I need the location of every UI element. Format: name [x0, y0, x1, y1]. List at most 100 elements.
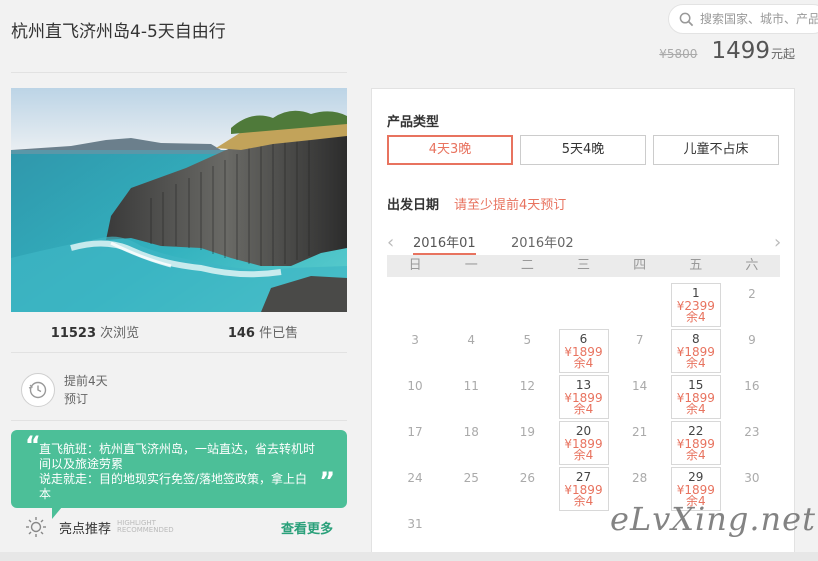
weekday-header: 日 一 二 三 四 五 六: [387, 255, 780, 277]
option-5d4n[interactable]: 5天4晚: [520, 135, 646, 165]
advance-booking: 提前4天 预订: [21, 372, 108, 408]
calendar-day: 25: [446, 467, 496, 511]
day-remaining: 余4: [685, 402, 706, 416]
day-number: 6: [579, 332, 588, 346]
day-number: 2: [748, 287, 756, 301]
calendar-day-available[interactable]: 20 ¥1899 余4: [558, 421, 609, 465]
weekday: 日: [408, 258, 422, 273]
next-month-icon[interactable]: ›: [774, 232, 781, 253]
day-number: 28: [632, 471, 648, 485]
highlight-line: 间以及旅途劳累: [39, 457, 124, 471]
calendar-day-available[interactable]: 15 ¥1899 余4: [670, 375, 721, 419]
departure-label: 出发日期: [387, 198, 440, 213]
calendar-day: 31: [390, 513, 440, 557]
day-number: 15: [688, 378, 704, 392]
see-more-link[interactable]: 查看更多: [281, 518, 333, 537]
day-number: 23: [744, 425, 760, 439]
day-number: 25: [463, 471, 479, 485]
day-number: 12: [519, 379, 535, 393]
advance-days: 提前4天: [64, 374, 108, 388]
calendar-day: 4: [446, 329, 496, 373]
day-number: 26: [519, 471, 535, 485]
highlight-header: 亮点推荐 HIGHLIGHT RECOMMENDED 查看更多: [25, 516, 333, 538]
sold-stat: 146 件已售: [227, 326, 299, 341]
product-type-label: 产品类型: [387, 115, 440, 130]
calendar-day-available[interactable]: 13 ¥1899 余4: [558, 375, 609, 419]
weekday: 六: [745, 258, 759, 273]
advance-notice: 请至少提前4天预订: [454, 198, 567, 213]
calendar-day: 10: [390, 375, 440, 419]
calendar-day-available[interactable]: 8 ¥1899 余4: [670, 329, 721, 373]
day-number: 18: [463, 425, 479, 439]
highlight-box: “ 直飞航班：杭州直飞济州岛，一站直达，省去转机时 间以及旅途劳累 说走就走：目…: [11, 430, 347, 508]
day-number: 19: [519, 425, 535, 439]
highlight-title: 亮点推荐: [59, 521, 112, 537]
day-number: 21: [632, 425, 648, 439]
original-price: ¥5800: [659, 47, 698, 61]
day-number: 7: [635, 333, 644, 347]
day-number: 8: [691, 332, 700, 346]
day-number: 1: [691, 286, 700, 300]
day-number: 24: [407, 471, 423, 485]
sun-icon: [26, 517, 46, 537]
calendar-day: 5: [502, 329, 552, 373]
calendar-day: 18: [446, 421, 496, 465]
day-number: 9: [748, 333, 756, 347]
calendar-day-available[interactable]: 27 ¥1899 余4: [558, 467, 609, 511]
advance-label: 预订: [64, 392, 89, 406]
day-remaining: 余4: [685, 310, 706, 324]
prev-month-icon[interactable]: ‹: [387, 232, 394, 253]
day-number: 17: [407, 425, 423, 439]
highlight-line: 直飞航班：杭州直飞济州岛，一站直达，省去转机时: [39, 442, 316, 456]
product-photo[interactable]: [11, 88, 347, 312]
price-unit: 元起: [770, 47, 795, 61]
divider: [11, 420, 347, 421]
calendar-day-available[interactable]: 1 ¥2399 余4: [670, 283, 721, 327]
day-number: 3: [411, 333, 419, 347]
weekday: 一: [464, 258, 478, 273]
calendar-day: 21: [615, 421, 665, 465]
current-price: 1499: [711, 38, 770, 64]
day-number: 27: [575, 470, 592, 484]
calendar-day: 12: [502, 375, 552, 419]
highlight-en-label: HIGHLIGHT RECOMMENDED: [117, 519, 174, 534]
calendar-day: 14: [615, 375, 665, 419]
price-area: ¥5800 1499 元起: [659, 38, 795, 64]
calendar-day: 16: [727, 375, 777, 419]
watermark: eLvXing.net: [610, 500, 816, 538]
day-remaining: 余4: [573, 356, 594, 370]
month-tab-jan[interactable]: 2016年01: [413, 232, 476, 255]
search-box[interactable]: [668, 4, 818, 34]
calendar-day-available[interactable]: 6 ¥1899 余4: [558, 329, 609, 373]
day-number: 20: [575, 424, 592, 438]
calendar-day-available[interactable]: 22 ¥1899 余4: [670, 421, 721, 465]
day-number: 13: [575, 378, 592, 392]
month-tab-feb[interactable]: 2016年02: [511, 232, 574, 251]
calendar-day: 19: [502, 421, 552, 465]
day-remaining: 余4: [573, 448, 594, 462]
weekday: 三: [576, 258, 590, 273]
day-remaining: 余4: [573, 402, 594, 416]
day-number: 16: [744, 379, 760, 393]
calendar-day: 11: [446, 375, 496, 419]
day-number: 4: [467, 333, 476, 347]
day-number: 29: [688, 470, 704, 484]
day-number: 30: [744, 471, 760, 485]
divider: [11, 72, 347, 73]
day-remaining: 余4: [685, 448, 706, 462]
day-remaining: 余4: [685, 356, 706, 370]
calendar-day: 17: [390, 421, 440, 465]
day-number: 31: [407, 517, 423, 531]
calendar-day: 7: [615, 329, 665, 373]
calendar-day: 3: [390, 329, 440, 373]
calendar-day: 26: [502, 467, 552, 511]
search-input[interactable]: [700, 12, 818, 26]
day-remaining: 余4: [573, 494, 594, 508]
day-number: 11: [463, 379, 479, 393]
option-child-no-bed[interactable]: 儿童不占床: [653, 135, 779, 165]
option-4d3n[interactable]: 4天3晚: [387, 135, 513, 165]
clock-icon: [21, 373, 55, 407]
calendar-day: 2: [727, 283, 777, 327]
open-quote-icon: “: [25, 431, 41, 459]
calendar-day: 24: [390, 467, 440, 511]
